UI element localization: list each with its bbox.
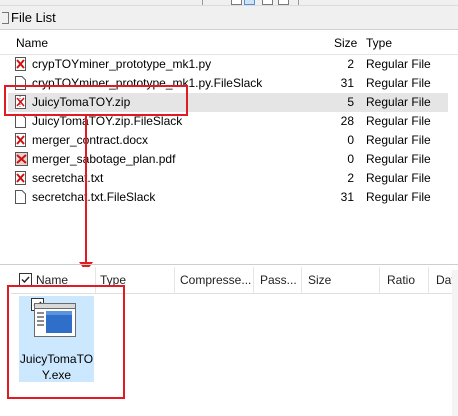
file-row[interactable]: secretchat.txt 2 Regular File — [8, 169, 448, 188]
toolbar-button-active[interactable] — [244, 0, 255, 5]
annotation-arrow-line — [85, 114, 87, 268]
zip-column-ratio[interactable]: Ratio — [387, 273, 415, 287]
file-type: Regular File — [366, 190, 431, 204]
toolbar-separator — [298, 0, 299, 5]
toolbar-separator — [202, 0, 203, 5]
file-size: 31 — [340, 190, 354, 204]
toolbar-button[interactable] — [231, 0, 242, 5]
file-size: 2 — [347, 57, 354, 71]
file-name: merger_contract.docx — [32, 133, 149, 147]
file-type: Regular File — [366, 57, 431, 71]
file-icon — [15, 190, 26, 204]
file-row[interactable]: secretchat.txt.FileSlack 31 Regular File — [8, 188, 448, 207]
file-type: Regular File — [366, 95, 431, 109]
file-name: merger_sabotage_plan.pdf — [32, 152, 176, 166]
file-size: 5 — [347, 95, 354, 109]
file-type: Regular File — [366, 76, 431, 90]
annotation-highlight-zip — [4, 85, 188, 116]
toolbar-button[interactable] — [262, 0, 273, 5]
column-separator[interactable] — [301, 267, 302, 293]
file-name: crypTOYminer_prototype_mk1.py — [32, 57, 212, 71]
panel-edge-icon — [2, 12, 9, 24]
column-separator[interactable] — [253, 267, 254, 293]
zip-column-password[interactable]: Pass... — [260, 273, 297, 287]
pane-divider[interactable] — [0, 264, 458, 265]
deleted-file-icon — [15, 57, 26, 71]
file-size: 0 — [347, 152, 354, 166]
file-type: Regular File — [366, 133, 431, 147]
column-separator[interactable] — [174, 267, 175, 293]
column-separator[interactable] — [428, 267, 429, 293]
file-row[interactable]: merger_contract.docx 0 Regular File — [8, 131, 448, 150]
scrollbar[interactable] — [452, 270, 458, 416]
deleted-file-icon — [15, 171, 26, 185]
deleted-picture-file-icon — [15, 152, 28, 166]
toolbar-button[interactable] — [278, 0, 289, 5]
file-row[interactable]: merger_sabotage_plan.pdf 0 Regular File — [8, 150, 448, 169]
file-row[interactable]: crypTOYminer_prototype_mk1.py 2 Regular … — [8, 55, 448, 74]
column-header-type[interactable]: Type — [366, 36, 392, 50]
zip-column-compressed[interactable]: Compresse... — [180, 273, 251, 287]
file-size: 28 — [340, 114, 354, 128]
column-header-name[interactable]: Name — [16, 36, 48, 50]
file-name: secretchat.txt — [32, 171, 104, 185]
panel-title: File List — [11, 10, 56, 25]
file-name: JuicyTomaTOY.zip.FileSlack — [32, 114, 183, 128]
column-separator[interactable] — [379, 267, 380, 293]
file-type: Regular File — [366, 171, 431, 185]
annotation-highlight-exe — [7, 285, 125, 399]
file-name: secretchat.txt.FileSlack — [32, 190, 156, 204]
file-type: Regular File — [366, 152, 431, 166]
file-icon — [15, 114, 26, 128]
column-header-size[interactable]: Size — [334, 36, 357, 50]
file-size: 0 — [347, 133, 354, 147]
file-list-header: Name Size Type — [0, 30, 458, 55]
zip-column-size[interactable]: Size — [308, 273, 331, 287]
file-type: Regular File — [366, 114, 431, 128]
deleted-file-icon — [15, 133, 26, 147]
file-size: 31 — [340, 76, 354, 90]
file-list-title-bar: File List — [0, 6, 458, 30]
file-size: 2 — [347, 171, 354, 185]
